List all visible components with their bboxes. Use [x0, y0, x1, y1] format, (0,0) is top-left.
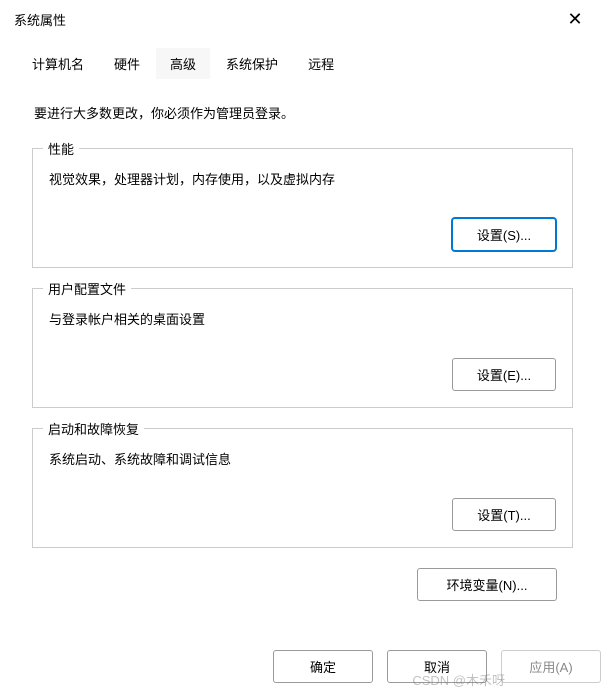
startup-button-row: 设置(T)...: [49, 498, 556, 531]
apply-button[interactable]: 应用(A): [501, 650, 601, 683]
startup-desc: 系统启动、系统故障和调试信息: [49, 449, 556, 468]
user-profiles-settings-button[interactable]: 设置(E)...: [452, 358, 556, 391]
dialog-footer: 确定 取消 应用(A): [273, 640, 601, 693]
cancel-button[interactable]: 取消: [387, 650, 487, 683]
user-profiles-button-row: 设置(E)...: [49, 358, 556, 391]
ok-button[interactable]: 确定: [273, 650, 373, 683]
tab-advanced[interactable]: 高级: [156, 48, 210, 79]
close-icon[interactable]: ✕: [559, 9, 591, 29]
user-profiles-desc: 与登录帐户相关的桌面设置: [49, 309, 556, 328]
group-user-profiles: 用户配置文件 与登录帐户相关的桌面设置 设置(E)...: [32, 288, 573, 408]
tab-computer-name[interactable]: 计算机名: [18, 48, 98, 79]
tab-system-protection[interactable]: 系统保护: [212, 48, 292, 79]
performance-desc: 视觉效果，处理器计划，内存使用，以及虚拟内存: [49, 169, 556, 188]
group-startup-recovery: 启动和故障恢复 系统启动、系统故障和调试信息 设置(T)...: [32, 428, 573, 548]
titlebar: 系统属性 ✕: [0, 0, 605, 38]
group-legend-startup: 启动和故障恢复: [43, 419, 144, 438]
startup-settings-button[interactable]: 设置(T)...: [452, 498, 556, 531]
tab-remote[interactable]: 远程: [294, 48, 348, 79]
group-legend-user-profiles: 用户配置文件: [43, 279, 131, 298]
tab-label: 硬件: [114, 57, 140, 72]
performance-settings-button[interactable]: 设置(S)...: [452, 218, 556, 251]
tab-strip: 计算机名 硬件 高级 系统保护 远程: [16, 48, 589, 79]
dialog-content: 计算机名 硬件 高级 系统保护 远程 要进行大多数更改，你必须作为管理员登录。 …: [0, 38, 605, 629]
tab-label: 系统保护: [226, 57, 278, 72]
env-variables-row: 环境变量(N)...: [32, 568, 573, 601]
group-legend-performance: 性能: [43, 139, 79, 158]
performance-button-row: 设置(S)...: [49, 218, 556, 251]
tab-label: 计算机名: [32, 57, 84, 72]
admin-note: 要进行大多数更改，你必须作为管理员登录。: [32, 103, 573, 122]
tab-hardware[interactable]: 硬件: [100, 48, 154, 79]
window-title: 系统属性: [14, 10, 66, 29]
group-performance: 性能 视觉效果，处理器计划，内存使用，以及虚拟内存 设置(S)...: [32, 148, 573, 268]
tab-body-advanced: 要进行大多数更改，你必须作为管理员登录。 性能 视觉效果，处理器计划，内存使用，…: [16, 79, 589, 629]
environment-variables-button[interactable]: 环境变量(N)...: [417, 568, 557, 601]
tab-label: 高级: [170, 57, 196, 72]
tab-label: 远程: [308, 57, 334, 72]
